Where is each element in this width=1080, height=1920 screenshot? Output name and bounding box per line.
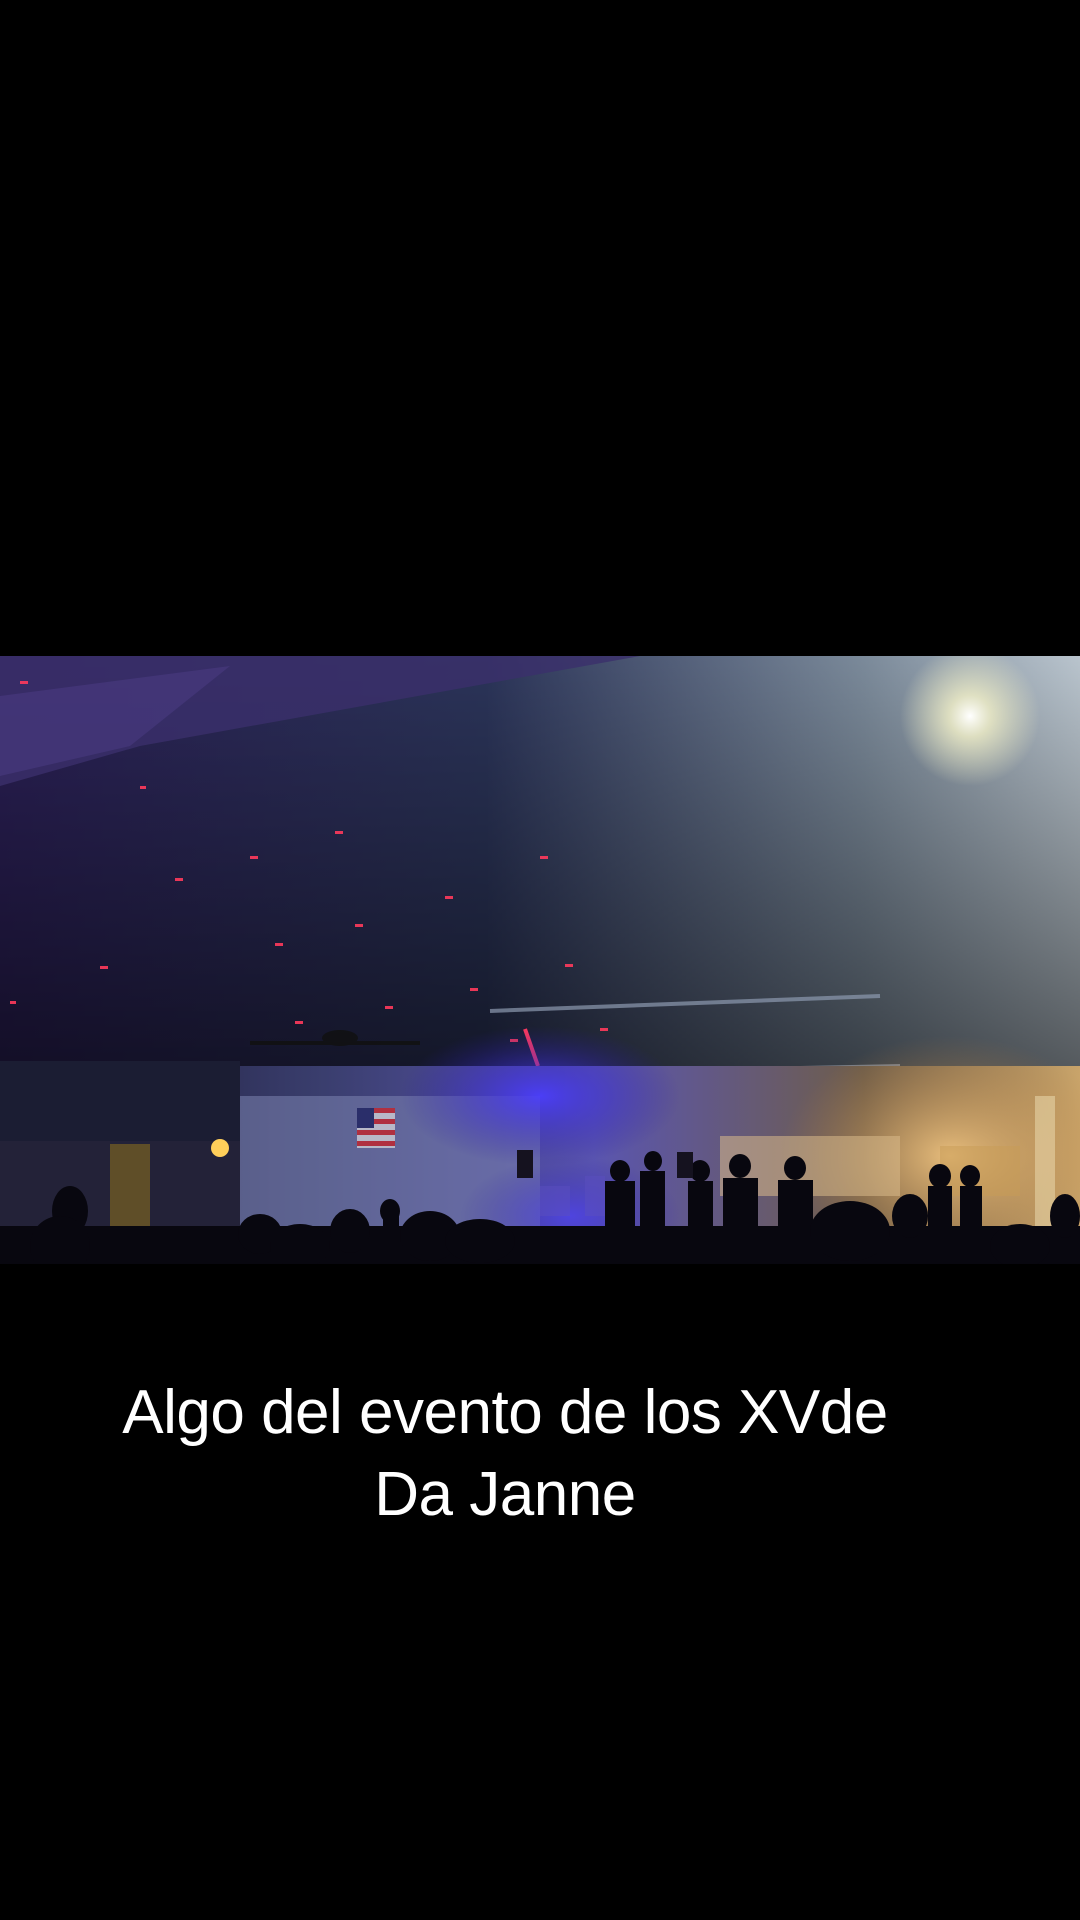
video-frame[interactable] xyxy=(0,656,1080,1264)
caption-line-2: Da Janne xyxy=(374,1460,636,1529)
video-caption: Algo del evento de los XVde Da Janne xyxy=(40,1372,970,1536)
flag xyxy=(357,1108,395,1148)
caption-line-1: Algo del evento de los XVde xyxy=(122,1378,888,1447)
party-scene-image xyxy=(0,656,1080,1264)
video-screen[interactable]: Algo del evento de los XVde Da Janne xyxy=(0,0,1080,1920)
